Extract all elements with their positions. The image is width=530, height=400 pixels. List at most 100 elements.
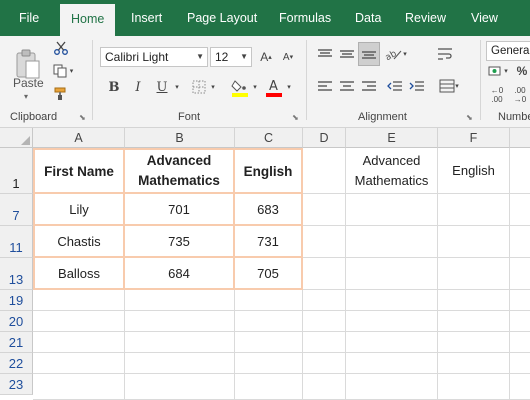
tab-insert[interactable]: Insert — [120, 0, 173, 36]
empty-cell[interactable] — [510, 374, 530, 400]
empty-cell[interactable] — [33, 290, 125, 311]
empty-cell[interactable] — [303, 311, 346, 332]
empty-cell[interactable] — [510, 353, 530, 374]
font-launcher-icon[interactable]: ⬊ — [292, 113, 299, 122]
empty-cell[interactable] — [510, 290, 530, 311]
tab-page-layout[interactable]: Page Layout — [176, 0, 268, 36]
cell-d11[interactable] — [303, 226, 346, 258]
tab-home[interactable]: Home — [60, 4, 116, 36]
italic-icon[interactable]: I — [128, 77, 148, 97]
decrease-decimal-icon[interactable]: .00 →0 — [510, 83, 530, 107]
cell-e11[interactable] — [346, 226, 438, 258]
tab-formulas[interactable]: Formulas — [268, 0, 342, 36]
column-header-c[interactable]: C — [235, 128, 303, 148]
row-header-21[interactable]: 21 — [0, 332, 33, 353]
row-header-7[interactable]: 7 — [0, 194, 33, 226]
cell-c11[interactable]: 731 — [235, 226, 303, 258]
orientation-icon[interactable]: ab ▾ — [384, 44, 408, 64]
cell-g7[interactable] — [510, 194, 530, 226]
empty-cell[interactable] — [346, 332, 438, 353]
underline-icon[interactable]: U — [152, 77, 172, 97]
column-header-f[interactable]: F — [438, 128, 510, 148]
middle-align-icon[interactable] — [336, 44, 358, 64]
column-header-partial[interactable] — [510, 128, 530, 148]
empty-cell[interactable] — [303, 353, 346, 374]
empty-cell[interactable] — [438, 311, 510, 332]
font-name-combo[interactable]: Calibri Light ▼ — [100, 47, 208, 67]
empty-cell[interactable] — [235, 374, 303, 400]
row-header-19[interactable]: 19 — [0, 290, 33, 311]
empty-cell[interactable] — [303, 332, 346, 353]
font-size-combo[interactable]: 12 ▼ — [210, 47, 252, 67]
column-header-a[interactable]: A — [33, 128, 125, 148]
empty-cell[interactable] — [235, 353, 303, 374]
decrease-indent-icon[interactable] — [384, 76, 406, 96]
select-all-button[interactable] — [0, 128, 33, 148]
empty-cell[interactable] — [33, 353, 125, 374]
cell-e7[interactable] — [346, 194, 438, 226]
cell-a7[interactable]: Lily — [33, 194, 125, 226]
cell-a11[interactable]: Chastis — [33, 226, 125, 258]
empty-cell[interactable] — [125, 311, 235, 332]
cell-g13[interactable] — [510, 258, 530, 290]
row-header-20[interactable]: 20 — [0, 311, 33, 332]
merge-center-icon[interactable]: ▾ — [436, 76, 462, 96]
chevron-down-icon[interactable]: ▾ — [208, 81, 218, 93]
decrease-font-icon[interactable]: A ▾ — [278, 47, 298, 67]
increase-font-icon[interactable]: A ▴ — [256, 47, 276, 67]
empty-cell[interactable] — [235, 290, 303, 311]
cell-c1[interactable]: English — [235, 148, 303, 194]
column-header-e[interactable]: E — [346, 128, 438, 148]
empty-cell[interactable] — [510, 311, 530, 332]
row-header-22[interactable]: 22 — [0, 353, 33, 374]
empty-cell[interactable] — [33, 332, 125, 353]
cell-c13[interactable]: 705 — [235, 258, 303, 290]
row-header-11[interactable]: 11 — [0, 226, 33, 258]
format-painter-icon[interactable] — [52, 85, 70, 103]
empty-cell[interactable] — [438, 290, 510, 311]
empty-cell[interactable] — [303, 374, 346, 400]
column-header-b[interactable]: B — [125, 128, 235, 148]
empty-cell[interactable] — [438, 332, 510, 353]
tab-file[interactable]: File — [8, 0, 50, 36]
cell-f13[interactable] — [438, 258, 510, 290]
wrap-text-icon[interactable] — [434, 44, 456, 64]
empty-cell[interactable] — [438, 353, 510, 374]
clipboard-launcher-icon[interactable]: ⬊ — [79, 113, 86, 122]
cell-d7[interactable] — [303, 194, 346, 226]
cut-icon[interactable] — [52, 39, 70, 57]
empty-cell[interactable] — [235, 311, 303, 332]
cell-f7[interactable] — [438, 194, 510, 226]
cell-d1[interactable] — [303, 148, 346, 194]
empty-cell[interactable] — [33, 311, 125, 332]
cell-a1[interactable]: First Name — [33, 148, 125, 194]
number-format-combo[interactable]: General — [486, 41, 530, 61]
empty-cell[interactable] — [346, 374, 438, 400]
align-right-icon[interactable] — [358, 76, 380, 96]
empty-cell[interactable] — [33, 374, 125, 400]
chevron-down-icon[interactable]: ▾ — [284, 81, 294, 93]
column-header-d[interactable]: D — [303, 128, 346, 148]
empty-cell[interactable] — [438, 374, 510, 400]
cell-b13[interactable]: 684 — [125, 258, 235, 290]
tab-view[interactable]: View — [460, 0, 509, 36]
chevron-down-icon[interactable]: ▾ — [172, 81, 182, 93]
empty-cell[interactable] — [303, 290, 346, 311]
row-header-1[interactable]: 1 — [0, 148, 33, 194]
cell-e13[interactable] — [346, 258, 438, 290]
empty-cell[interactable] — [125, 353, 235, 374]
empty-cell[interactable] — [346, 311, 438, 332]
font-color-icon[interactable]: A — [264, 76, 284, 98]
tab-review[interactable]: Review — [394, 0, 457, 36]
empty-cell[interactable] — [346, 290, 438, 311]
empty-cell[interactable] — [125, 332, 235, 353]
cell-e1[interactable]: Advanced Mathematics — [346, 148, 438, 194]
percent-icon[interactable]: % — [514, 63, 530, 79]
cell-a13[interactable]: Balloss — [33, 258, 125, 290]
chevron-down-icon[interactable]: ▾ — [250, 81, 260, 93]
copy-icon[interactable]: ▾ — [52, 62, 74, 80]
row-header-23[interactable]: 23 — [0, 374, 33, 395]
cell-c7[interactable]: 683 — [235, 194, 303, 226]
increase-decimal-icon[interactable]: ←0.00 — [486, 83, 508, 107]
cell-b11[interactable]: 735 — [125, 226, 235, 258]
